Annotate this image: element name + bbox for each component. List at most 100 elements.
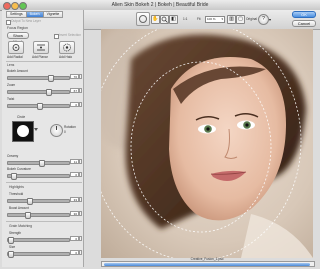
preview-canvas[interactable] bbox=[101, 29, 313, 258]
logo-icon bbox=[139, 15, 147, 23]
hand-tool-icon[interactable]: ✋ bbox=[151, 15, 160, 24]
zoom-fit-label[interactable]: Fit bbox=[197, 17, 201, 21]
zoom-label: Zoom bbox=[7, 83, 16, 87]
bride-photo bbox=[101, 29, 313, 258]
boost-amount-field[interactable]: 30 bbox=[70, 211, 79, 216]
bokeh-amount-field[interactable]: 70 bbox=[70, 74, 79, 79]
bokeh-amount-slider[interactable] bbox=[7, 75, 70, 82]
slider-thumb[interactable] bbox=[8, 251, 14, 258]
grain-matching-heading: Grain Matching bbox=[9, 224, 32, 228]
zoom-dropdown[interactable]: 100 % ▾ bbox=[205, 16, 225, 23]
boost-amount-stepper[interactable] bbox=[79, 211, 82, 216]
output-new-layer-label: Output To New Layer bbox=[11, 19, 41, 23]
threshold-slider[interactable] bbox=[7, 198, 70, 205]
scrollbar-thumb[interactable] bbox=[104, 262, 310, 266]
help-menu-arrow-icon[interactable]: ▾ bbox=[269, 17, 271, 22]
settings-panel: Settings Bokeh Vignette Output To New La… bbox=[2, 10, 84, 267]
tab-bokeh[interactable]: Bokeh bbox=[25, 11, 44, 18]
shape-dropdown-arrow-icon[interactable] bbox=[34, 128, 38, 131]
rotation-label: Rotation bbox=[64, 125, 76, 129]
twist-field[interactable]: 0 bbox=[70, 102, 79, 107]
invert-selection-label: Invert Selection bbox=[59, 33, 81, 37]
size-field[interactable]: 0 bbox=[70, 250, 79, 255]
zoom-stepper[interactable] bbox=[79, 88, 82, 93]
strength-field[interactable]: 0 bbox=[70, 236, 79, 241]
divider bbox=[6, 221, 82, 222]
creamy-field[interactable]: 11 bbox=[70, 159, 79, 164]
radial-icon bbox=[12, 44, 20, 51]
zoom-field[interactable]: 67 bbox=[70, 88, 79, 93]
tab-settings[interactable]: Settings bbox=[6, 11, 27, 18]
preview-toolbar: ✋ ◧ 1:1 Fit 100 % ▾ ▥ ▢ Original ? ▾ OK … bbox=[84, 10, 320, 30]
slider-thumb[interactable] bbox=[36, 103, 43, 110]
strength-stepper[interactable] bbox=[79, 236, 82, 241]
panel-tabs: Settings Bokeh Vignette bbox=[6, 11, 64, 18]
compare-icon[interactable]: ◧ bbox=[169, 15, 178, 24]
boost-amount-label: Boost Amount bbox=[9, 206, 29, 210]
zoom-slider[interactable] bbox=[7, 89, 70, 96]
bokeh-amount-stepper[interactable] bbox=[79, 74, 82, 79]
app-logo bbox=[136, 12, 150, 26]
window-title: Alien Skin Bokeh 2 | Bokeh | Beautiful B… bbox=[111, 2, 209, 8]
cancel-button[interactable]: Cancel bbox=[292, 20, 316, 27]
divider bbox=[6, 182, 82, 183]
bokeh-curvature-slider[interactable] bbox=[7, 173, 70, 180]
circle-label: Circle bbox=[17, 115, 26, 119]
add-radial-label: Add Radial bbox=[7, 55, 23, 59]
slider-thumb[interactable] bbox=[25, 212, 32, 219]
strength-slider[interactable] bbox=[7, 237, 70, 244]
slider-thumb[interactable] bbox=[46, 89, 53, 96]
ok-button[interactable]: OK bbox=[292, 11, 316, 18]
add-radial-button[interactable] bbox=[8, 41, 24, 54]
slider-thumb[interactable] bbox=[39, 160, 46, 167]
help-icon[interactable]: ? bbox=[258, 14, 269, 25]
focus-region-heading: Focus Region bbox=[7, 26, 28, 30]
zoom-dropdown-value: 100 % bbox=[207, 17, 216, 21]
threshold-field[interactable]: 33 bbox=[70, 197, 79, 202]
size-stepper[interactable] bbox=[79, 250, 82, 255]
bokeh-curvature-field[interactable]: 0 bbox=[70, 172, 79, 177]
twist-stepper[interactable] bbox=[79, 102, 82, 107]
twist-label: Twist bbox=[7, 97, 15, 101]
slider-thumb[interactable] bbox=[10, 173, 17, 180]
bokeh-shape-preview[interactable] bbox=[12, 121, 34, 142]
app-window: Alien Skin Bokeh 2 | Bokeh | Beautiful B… bbox=[0, 0, 320, 269]
twist-slider[interactable] bbox=[7, 103, 70, 110]
bokeh-curvature-stepper[interactable] bbox=[79, 172, 82, 177]
slider-thumb[interactable] bbox=[26, 198, 33, 205]
horizontal-scrollbar[interactable] bbox=[101, 261, 315, 267]
full-view-icon[interactable]: ▢ bbox=[236, 15, 245, 24]
rotation-value: 0 bbox=[64, 130, 66, 134]
add-halo-label: Add Halo bbox=[59, 55, 73, 59]
size-slider[interactable] bbox=[7, 251, 70, 258]
rotation-dial-indicator bbox=[56, 126, 57, 130]
original-view-label[interactable]: Original bbox=[246, 17, 257, 21]
circle-shape-icon bbox=[17, 125, 29, 137]
slider-thumb[interactable] bbox=[8, 237, 14, 244]
creamy-label: Creamy bbox=[7, 154, 19, 158]
split-view-icon[interactable]: ▥ bbox=[227, 15, 236, 24]
add-planar-label: Add Planar bbox=[32, 55, 48, 59]
add-planar-button[interactable] bbox=[33, 41, 49, 54]
planar-icon bbox=[37, 44, 45, 51]
zoom-scale-label[interactable]: 1:1 bbox=[183, 17, 187, 21]
size-label: Size bbox=[9, 245, 16, 249]
halo-icon bbox=[63, 43, 71, 52]
lens-heading: Lens bbox=[7, 63, 15, 67]
creamy-slider[interactable] bbox=[7, 160, 70, 167]
divider bbox=[6, 61, 82, 62]
rotation-dial[interactable] bbox=[50, 124, 63, 137]
creamy-stepper[interactable] bbox=[79, 159, 82, 164]
tab-vignette[interactable]: Vignette bbox=[42, 11, 64, 18]
show-mask-button[interactable]: Show Mask bbox=[7, 32, 29, 44]
slider-thumb[interactable] bbox=[47, 75, 54, 82]
chevron-down-icon: ▾ bbox=[221, 17, 223, 21]
threshold-stepper[interactable] bbox=[79, 197, 82, 202]
highlights-heading: Highlights bbox=[9, 185, 24, 189]
bokeh-amount-label: Bokeh Amount bbox=[7, 69, 28, 73]
zoom-tool-icon[interactable] bbox=[160, 15, 169, 24]
boost-amount-slider[interactable] bbox=[7, 212, 70, 219]
add-halo-button[interactable] bbox=[59, 41, 75, 54]
strength-label: Strength bbox=[9, 231, 22, 235]
threshold-label: Threshold bbox=[9, 192, 24, 196]
